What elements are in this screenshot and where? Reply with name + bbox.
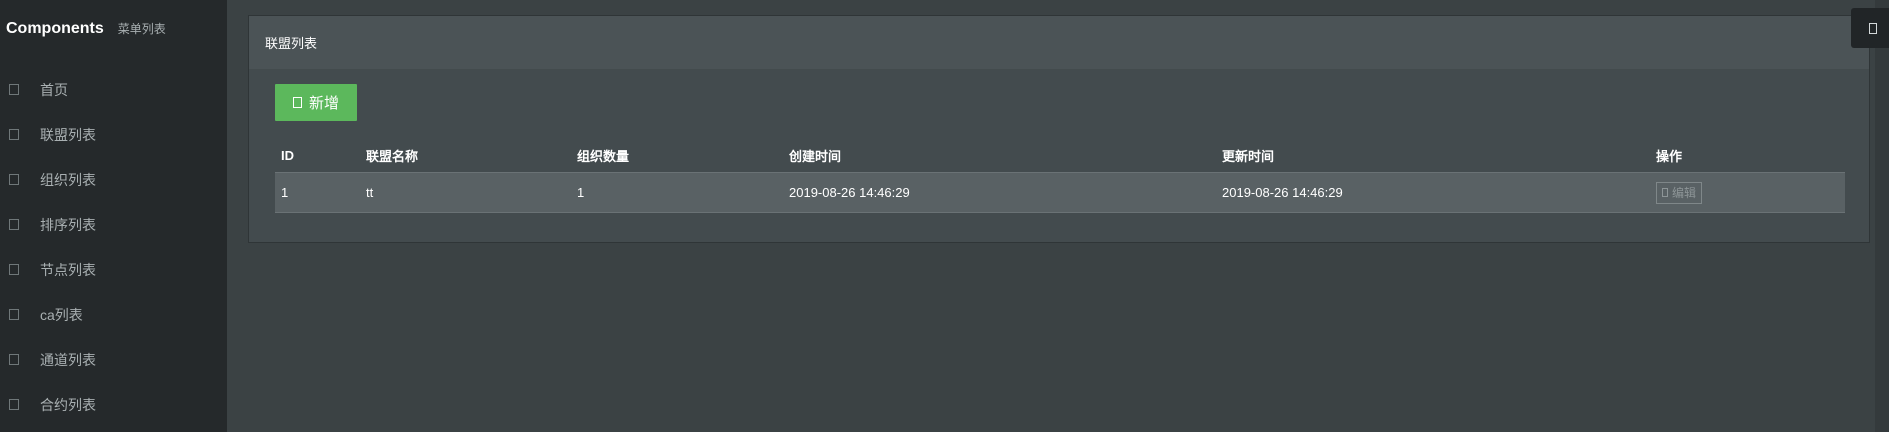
sidebar-item-node-list[interactable]: 节点列表 <box>0 247 227 292</box>
list-icon <box>9 129 19 140</box>
panel-toggle-icon <box>1869 23 1877 34</box>
column-header-created: 创建时间 <box>789 148 842 164</box>
edit-icon <box>1662 188 1668 197</box>
sidebar-item-orderer-list[interactable]: 排序列表 <box>0 202 227 247</box>
consortium-panel: 联盟列表 新增 ID 联盟名称 组织数量 创建时间 更新时间 操作 1 tt 1… <box>248 15 1870 243</box>
sidebar-item-label: ca列表 <box>40 306 83 323</box>
add-button[interactable]: 新增 <box>275 84 357 121</box>
sidebar: Components 菜单列表 首页 联盟列表 组织列表 排序列表 节点列表 c… <box>0 0 227 432</box>
sidebar-item-label: 排序列表 <box>40 216 96 233</box>
sidebar-item-channel-list[interactable]: 通道列表 <box>0 337 227 382</box>
sidebar-item-org-list[interactable]: 组织列表 <box>0 157 227 202</box>
sidebar-item-label: 联盟列表 <box>40 126 96 143</box>
sidebar-item-contract-list[interactable]: 合约列表 <box>0 382 227 427</box>
brand: Components 菜单列表 <box>6 20 166 38</box>
column-header-action: 操作 <box>1656 148 1683 164</box>
cell-org-count: 1 <box>577 185 585 200</box>
cell-name: tt <box>366 185 374 200</box>
sidebar-item-label: 合约列表 <box>40 396 96 413</box>
consortium-table: ID 联盟名称 组织数量 创建时间 更新时间 操作 1 tt 1 2019-08… <box>275 138 1845 213</box>
cell-updated: 2019-08-26 14:46:29 <box>1222 185 1343 200</box>
sidebar-item-ca-list[interactable]: ca列表 <box>0 292 227 337</box>
panel-body: 新增 ID 联盟名称 组织数量 创建时间 更新时间 操作 1 tt 1 2019… <box>249 70 1869 242</box>
certificate-icon <box>9 309 19 320</box>
cell-id: 1 <box>281 185 289 200</box>
table-header: ID 联盟名称 组织数量 创建时间 更新时间 操作 <box>275 138 1845 172</box>
corner-toggle-button[interactable] <box>1851 8 1889 48</box>
sidebar-item-label: 首页 <box>40 81 68 98</box>
plus-icon <box>292 97 302 108</box>
org-icon <box>9 174 19 185</box>
sort-icon <box>9 219 19 230</box>
sidebar-item-label: 组织列表 <box>40 171 96 188</box>
scrollbar-track[interactable] <box>1875 0 1889 432</box>
channel-icon <box>9 354 19 365</box>
brand-title: Components <box>6 20 104 37</box>
panel-header: 联盟列表 <box>249 16 1869 70</box>
sidebar-item-home[interactable]: 首页 <box>0 67 227 112</box>
column-header-name: 联盟名称 <box>366 148 419 164</box>
column-header-id: ID <box>281 147 294 163</box>
home-icon <box>9 84 19 95</box>
column-header-org-count: 组织数量 <box>577 148 630 164</box>
cell-created: 2019-08-26 14:46:29 <box>789 185 910 200</box>
table-row: 1 tt 1 2019-08-26 14:46:29 2019-08-26 14… <box>275 172 1845 213</box>
column-header-updated: 更新时间 <box>1222 148 1275 164</box>
node-icon <box>9 264 19 275</box>
app-window: Components 菜单列表 首页 联盟列表 组织列表 排序列表 节点列表 c… <box>0 0 1889 432</box>
panel-title: 联盟列表 <box>265 36 318 51</box>
sidebar-item-label: 通道列表 <box>40 351 96 368</box>
sidebar-item-label: 节点列表 <box>40 261 96 278</box>
edit-button[interactable]: 编辑 <box>1656 181 1703 204</box>
sidebar-item-consortium-list[interactable]: 联盟列表 <box>0 112 227 157</box>
add-button-label: 新增 <box>308 95 339 112</box>
brand-subtitle: 菜单列表 <box>117 22 166 36</box>
edit-button-label: 编辑 <box>1672 186 1697 200</box>
contract-icon <box>9 399 19 410</box>
sidebar-nav: 首页 联盟列表 组织列表 排序列表 节点列表 ca列表 通道列表 合约列表 <box>0 67 227 427</box>
cell-action: 编辑 <box>1650 181 1845 204</box>
